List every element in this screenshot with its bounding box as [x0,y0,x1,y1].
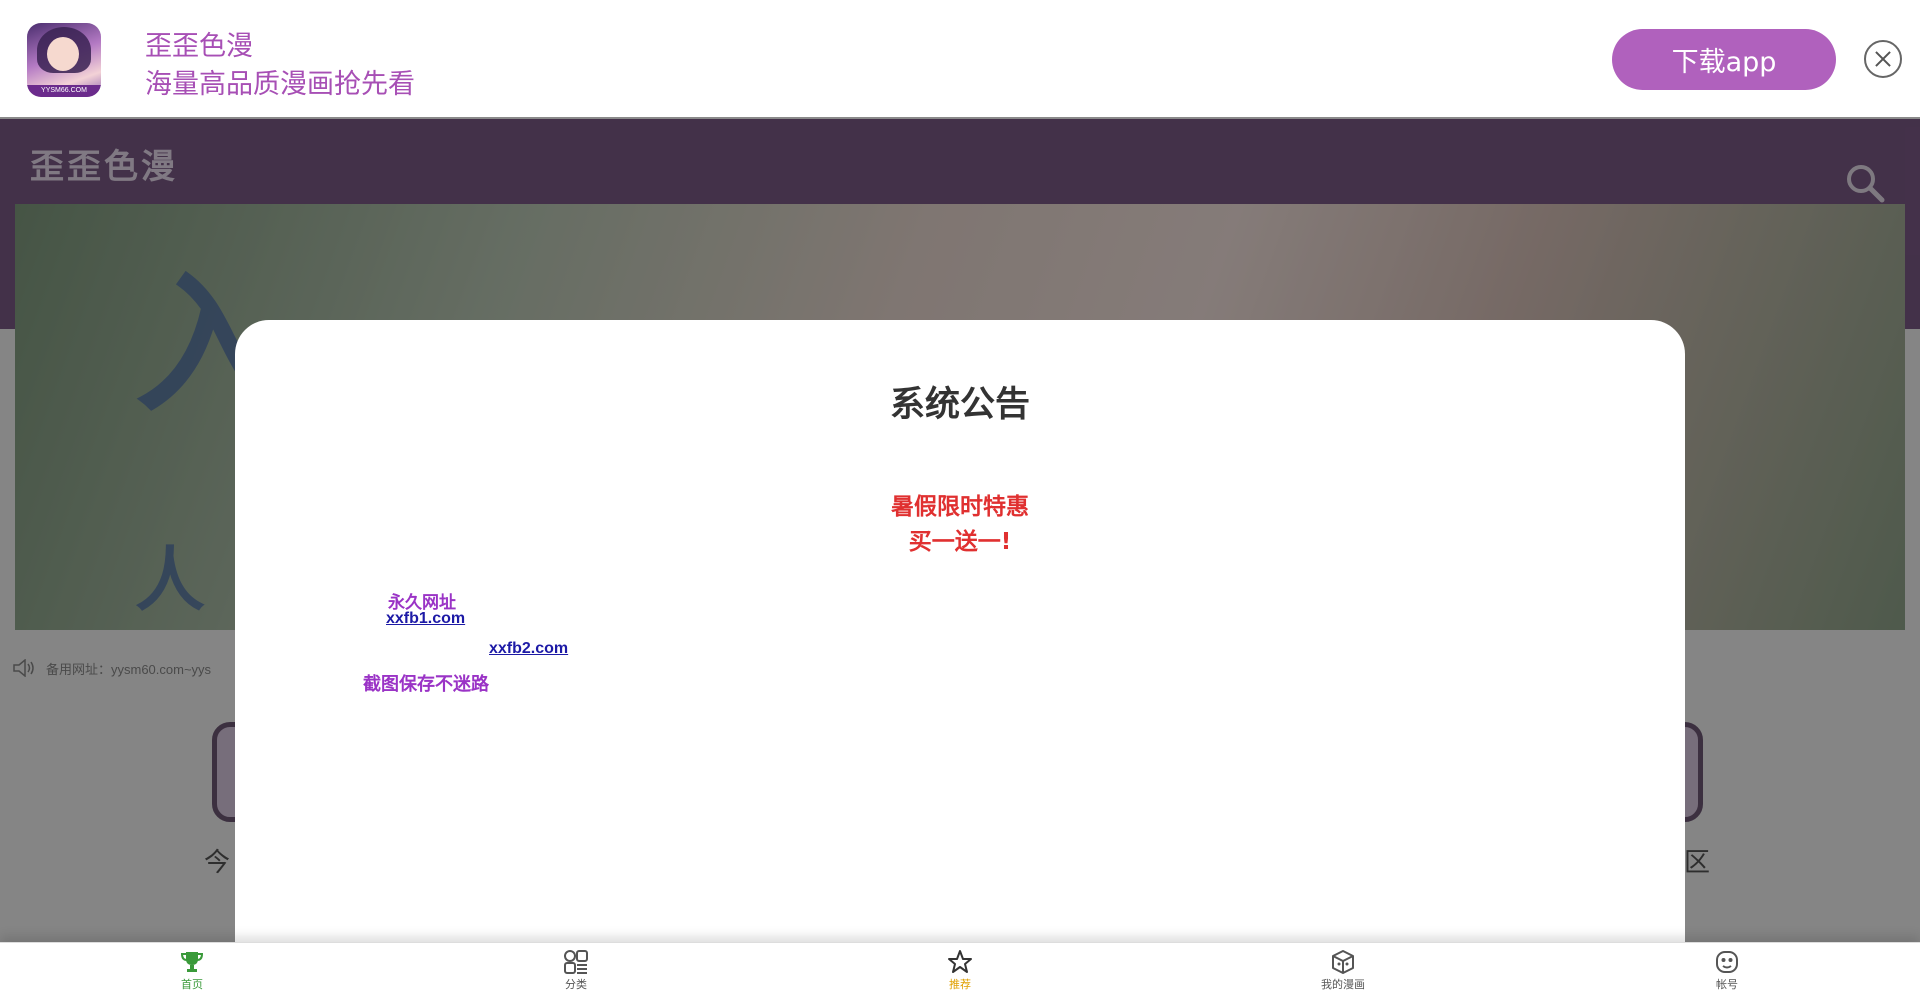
promo-line-2: 买一送一! [908,529,1012,555]
tab-home-label: 首页 [181,978,203,991]
face-icon [1716,951,1738,973]
download-app-button[interactable]: 下载app [1612,29,1836,90]
tab-account[interactable]: 帐号 [1687,943,1767,993]
tab-account-label: 帐号 [1716,978,1738,991]
permanent-url-link-2[interactable]: xxfb2.com [489,640,568,658]
tab-my-comics[interactable]: 我的漫画 [1303,943,1383,993]
promo-line-1: 暑假限时特惠 [891,494,1029,520]
app-name: 歪歪色漫 [145,31,253,62]
modal-title: 系统公告 [889,385,1030,425]
app-icon-face [47,37,79,71]
tab-my-comics-label: 我的漫画 [1321,978,1365,991]
announcement-modal: 系统公告 暑假限时特惠 买一送一! 永久网址 xxfb1.com xxfb2.c… [235,320,1685,993]
tab-recommend-label: 推荐 [949,978,971,991]
category-icon [564,950,588,974]
app-icon[interactable]: YYSM66.COM [27,23,101,97]
tab-recommend[interactable]: 推荐 [920,943,1000,993]
tab-category-label: 分类 [565,978,587,991]
app-slogan: 海量高品质漫画抢先看 [145,69,415,100]
tab-home[interactable]: 首页 [152,943,232,993]
promo-text: 暑假限时特惠 买一送一! [235,490,1685,560]
app-icon-caption: YYSM66.COM [27,85,101,97]
save-screenshot-tip: 截图保存不迷路 [363,674,489,695]
tab-category[interactable]: 分类 [536,943,616,993]
download-banner: YYSM66.COM 歪歪色漫 海量高品质漫画抢先看 下载app [0,0,1920,119]
trophy-icon [180,952,204,972]
bottom-tab-bar: 首页 分类 推荐 我的漫画 帐号 [0,942,1920,993]
star-icon [948,950,972,973]
close-banner-icon[interactable] [1864,40,1902,78]
book-box-icon [1332,950,1354,974]
permanent-url-link-1[interactable]: xxfb1.com [386,610,465,628]
